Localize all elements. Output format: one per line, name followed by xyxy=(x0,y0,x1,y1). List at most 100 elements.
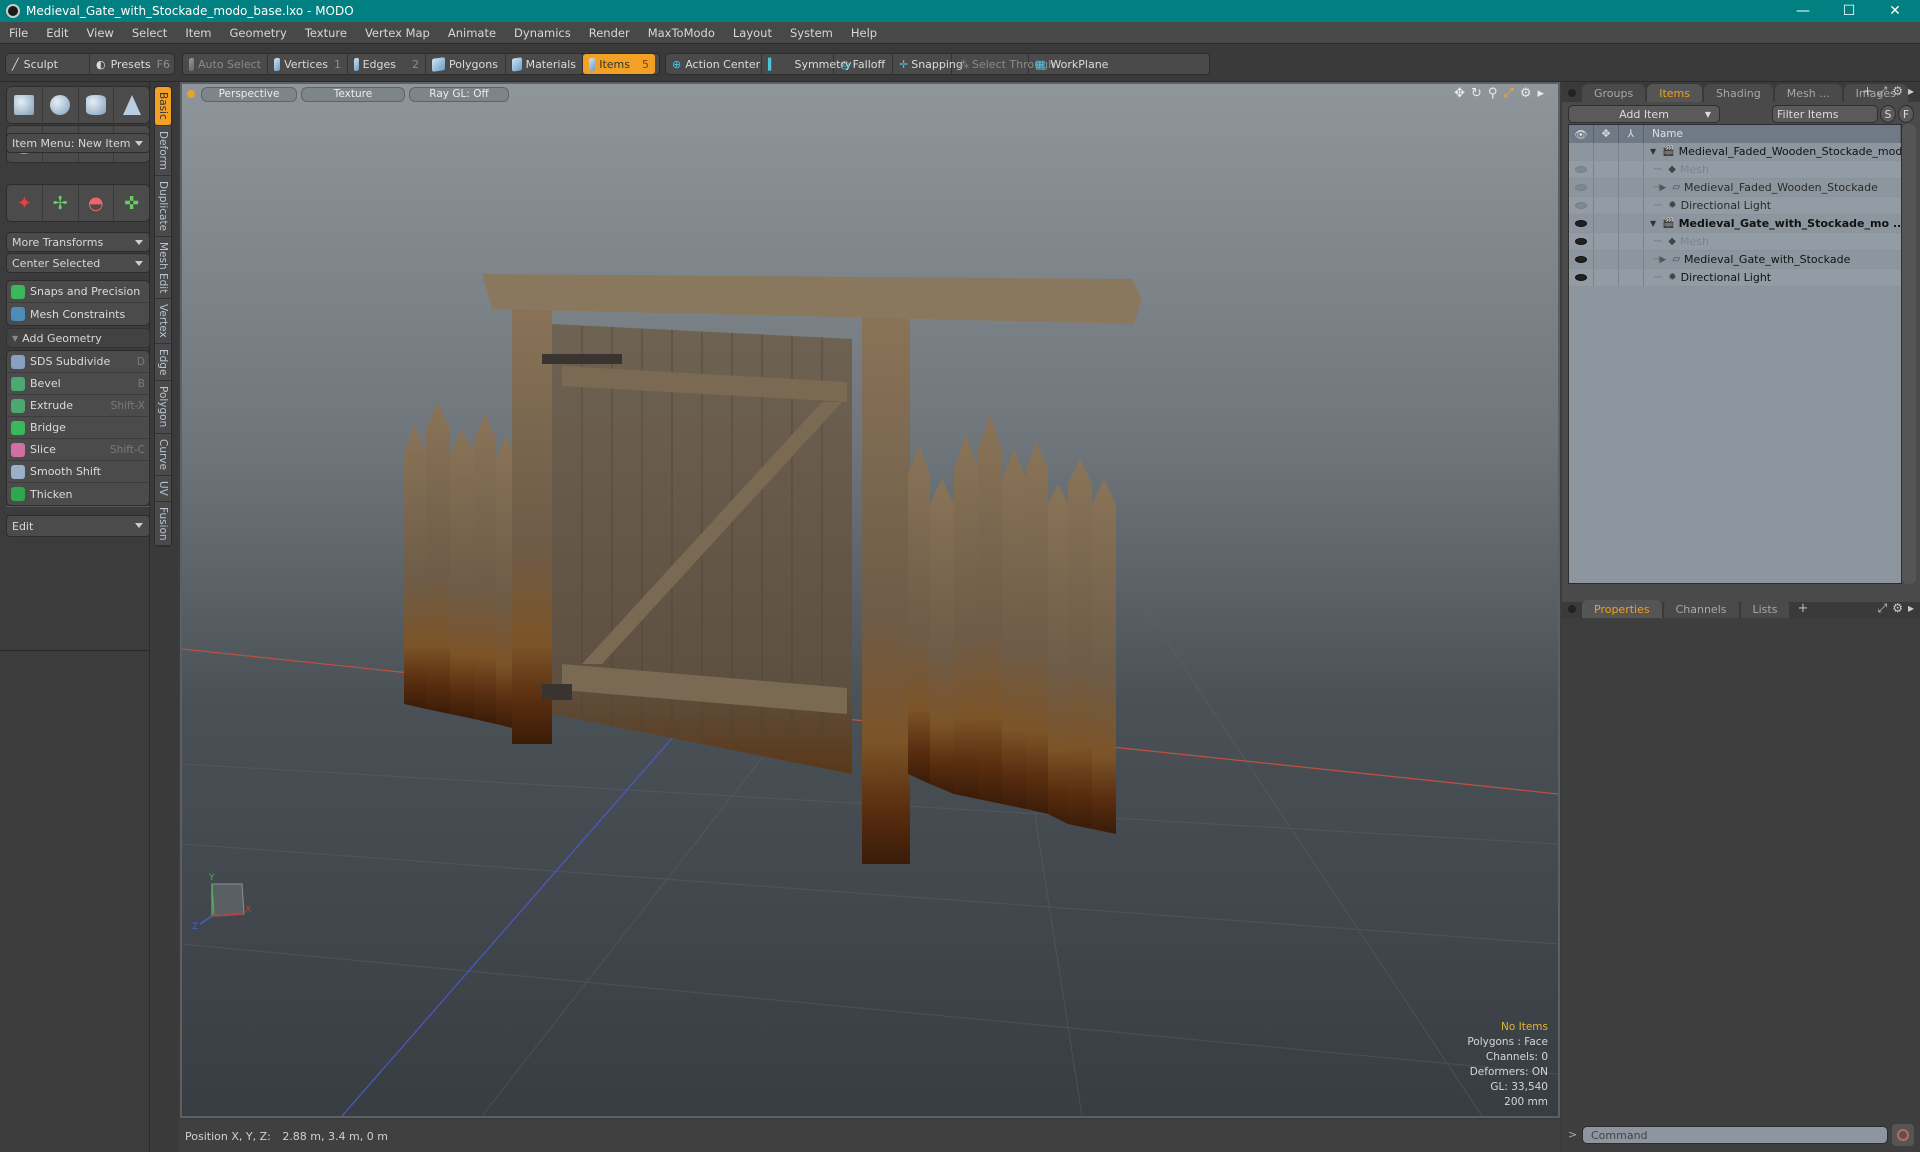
tab-properties[interactable]: Properties xyxy=(1582,600,1662,618)
panel-options-dot[interactable] xyxy=(1568,605,1576,613)
item-list-scrollbar[interactable] xyxy=(1902,124,1916,584)
item-row[interactable]: ┈▶ ▱ Medieval_Gate_with_Stockade xyxy=(1569,251,1901,269)
expand-arrow-icon[interactable]: ▼ xyxy=(1650,219,1656,228)
action-center-button[interactable]: ⊕ Action Center xyxy=(666,54,762,74)
sphere-tool[interactable] xyxy=(43,87,79,123)
minimize-button[interactable]: — xyxy=(1780,0,1826,22)
tool-extrude[interactable]: Extrude Shift-X xyxy=(7,395,149,417)
visibility-eye-icon[interactable] xyxy=(1575,274,1587,281)
tab-shading[interactable]: Shading xyxy=(1704,84,1773,102)
tab-basic[interactable]: Basic xyxy=(155,87,171,126)
items-button[interactable]: Items 5 xyxy=(583,54,655,74)
lock-cell[interactable] xyxy=(1594,269,1619,286)
edit-dropdown[interactable]: Edit xyxy=(6,515,150,537)
menu-maxtomodo[interactable]: MaxToModo xyxy=(639,26,724,40)
materials-button[interactable]: Materials xyxy=(506,54,583,74)
tool-sds-subdivide[interactable]: SDS Subdivide D xyxy=(7,351,149,373)
tool-bevel[interactable]: Bevel B xyxy=(7,373,149,395)
gear-icon[interactable]: ⚙ xyxy=(1892,601,1903,616)
menu-system[interactable]: System xyxy=(781,26,842,40)
tab-lists[interactable]: Lists xyxy=(1740,600,1790,618)
sculpt-button[interactable]: ╱ Sculpt xyxy=(6,54,90,74)
expand-arrow-icon[interactable]: ▼ xyxy=(1650,147,1656,156)
move-tool[interactable]: ✦ xyxy=(7,185,43,221)
menu-dynamics[interactable]: Dynamics xyxy=(505,26,580,40)
lock-cell[interactable] xyxy=(1594,215,1619,232)
tab-mesh-[interactable]: Mesh ... xyxy=(1774,84,1842,102)
falloff-button[interactable]: ◎ Falloff xyxy=(834,54,893,74)
visibility-eye-icon[interactable] xyxy=(1575,220,1587,227)
visibility-eye-icon[interactable] xyxy=(1575,238,1587,245)
f-button[interactable]: F xyxy=(1898,105,1914,123)
menu-item[interactable]: Item xyxy=(176,26,220,40)
visibility-cell[interactable] xyxy=(1569,269,1594,286)
tool-bridge[interactable]: Bridge xyxy=(7,417,149,439)
cylinder-tool[interactable] xyxy=(79,87,115,123)
item-menu-dropdown[interactable]: Item Menu: New Item xyxy=(6,133,150,153)
chevron-right-icon[interactable]: ▸ xyxy=(1908,84,1914,99)
tab-vertex[interactable]: Vertex xyxy=(155,299,171,344)
visibility-cell[interactable] xyxy=(1569,251,1594,268)
add-tab-icon[interactable]: + xyxy=(1863,84,1873,99)
snaps-precision-button[interactable]: Snaps and Precision xyxy=(7,281,149,303)
visibility-cell[interactable] xyxy=(1569,233,1594,250)
s-button[interactable]: S xyxy=(1880,105,1896,123)
more-transforms-dropdown[interactable]: More Transforms xyxy=(6,232,150,252)
item-row[interactable]: ┈· ◆ Mesh xyxy=(1569,233,1901,251)
tool-smooth-shift[interactable]: Smooth Shift xyxy=(7,461,149,483)
workplane-button[interactable]: ▦ WorkPlane xyxy=(1029,54,1108,74)
menu-help[interactable]: Help xyxy=(842,26,886,40)
tab-duplicate[interactable]: Duplicate xyxy=(155,176,171,237)
tool-slice[interactable]: Slice Shift-C xyxy=(7,439,149,461)
auto-select-button[interactable]: Auto Select xyxy=(183,54,268,74)
tab-groups[interactable]: Groups xyxy=(1582,84,1646,102)
edges-button[interactable]: Edges 2 xyxy=(348,54,426,74)
visibility-cell[interactable] xyxy=(1569,197,1594,214)
panel-options-dot[interactable] xyxy=(1568,89,1576,97)
maximize-button[interactable]: ☐ xyxy=(1826,0,1872,22)
lock-cell[interactable] xyxy=(1594,161,1619,178)
snapping-button[interactable]: ✛ Snapping xyxy=(893,54,963,74)
record-button[interactable] xyxy=(1892,1124,1914,1146)
3d-viewport[interactable]: Perspective Texture Ray GL: Off ✥ ↻ ⚲ ⤢ … xyxy=(180,82,1560,1118)
item-row[interactable]: ┈· ✹ Directional Light xyxy=(1569,269,1901,287)
vertices-button[interactable]: Vertices 1 xyxy=(268,54,348,74)
tool-thicken[interactable]: Thicken xyxy=(7,483,149,505)
command-input[interactable]: Command xyxy=(1582,1126,1888,1144)
mesh-constraints-button[interactable]: Mesh Constraints xyxy=(7,303,149,325)
item-row[interactable]: ▼ 🎬 Medieval_Faded_Wooden_Stockade_modo ..… xyxy=(1569,143,1901,161)
lock-cell[interactable] xyxy=(1594,197,1619,214)
tab-curve[interactable]: Curve xyxy=(155,434,171,476)
add-geometry-header[interactable]: ▼ Add Geometry xyxy=(6,328,150,348)
menu-animate[interactable]: Animate xyxy=(439,26,505,40)
visibility-eye-icon[interactable] xyxy=(1575,184,1587,191)
chevron-right-icon[interactable]: ▸ xyxy=(1908,601,1914,616)
cube-tool[interactable] xyxy=(7,87,43,123)
visibility-eye-icon[interactable] xyxy=(1575,202,1587,209)
lock-cell[interactable] xyxy=(1594,251,1619,268)
lock-cell[interactable] xyxy=(1594,233,1619,250)
menu-vertex-map[interactable]: Vertex Map xyxy=(356,26,439,40)
add-tab-icon[interactable]: + xyxy=(1797,601,1808,616)
visibility-cell[interactable] xyxy=(1569,215,1594,232)
menu-geometry[interactable]: Geometry xyxy=(221,26,296,40)
tab-channels[interactable]: Channels xyxy=(1663,600,1739,618)
menu-file[interactable]: File xyxy=(0,26,37,40)
menu-render[interactable]: Render xyxy=(580,26,639,40)
tab-items[interactable]: Items xyxy=(1647,84,1703,102)
transform-tool[interactable]: ✜ xyxy=(114,185,149,221)
close-button[interactable]: ✕ xyxy=(1872,0,1918,22)
tab-fusion[interactable]: Fusion xyxy=(155,502,171,547)
presets-button[interactable]: ◐ Presets F6 xyxy=(90,54,174,74)
tab-mesh-edit[interactable]: Mesh Edit xyxy=(155,237,171,300)
expand-icon[interactable]: ⤢ xyxy=(1878,601,1888,616)
lock-cell[interactable] xyxy=(1594,179,1619,196)
item-row[interactable]: ┈▶ ▱ Medieval_Faded_Wooden_Stockade xyxy=(1569,179,1901,197)
tab-deform[interactable]: Deform xyxy=(155,126,171,176)
cone-tool[interactable] xyxy=(114,87,149,123)
tab-polygon[interactable]: Polygon xyxy=(155,381,171,434)
add-item-button[interactable]: Add Item ▼ xyxy=(1568,105,1720,123)
menu-texture[interactable]: Texture xyxy=(296,26,356,40)
visibility-cell[interactable] xyxy=(1569,161,1594,178)
menu-layout[interactable]: Layout xyxy=(724,26,781,40)
